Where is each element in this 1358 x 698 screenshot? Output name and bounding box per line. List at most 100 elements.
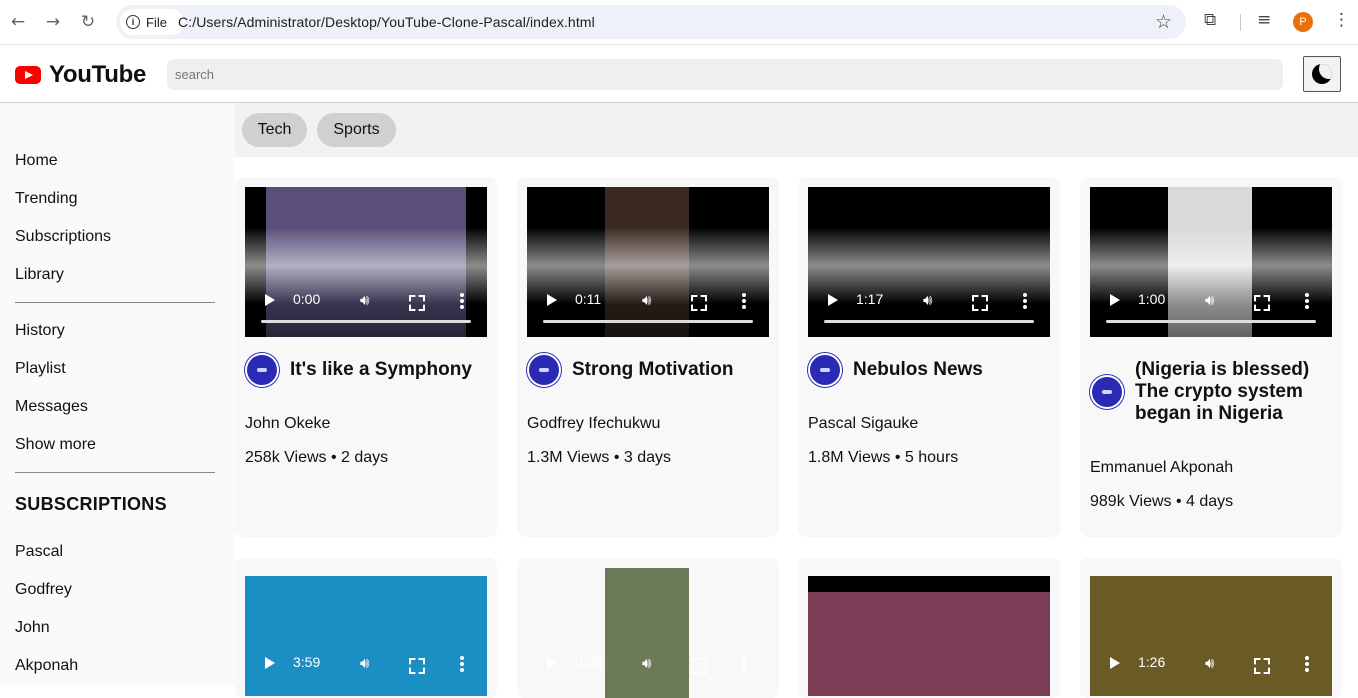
video-player[interactable] — [808, 576, 1050, 696]
more-options-icon[interactable] — [1305, 656, 1309, 672]
more-options-icon[interactable] — [742, 656, 746, 672]
more-options-icon[interactable] — [1305, 293, 1309, 309]
forward-arrow-icon[interactable]: → — [41, 10, 65, 34]
play-icon[interactable] — [547, 294, 557, 306]
video-player[interactable]: 0:38 🔊︎ — [527, 568, 769, 698]
volume-icon[interactable]: 🔊︎ — [642, 291, 651, 309]
volume-icon[interactable]: 🔊︎ — [923, 291, 932, 309]
sidebar-item-playlist[interactable]: Playlist — [15, 360, 66, 378]
volume-icon[interactable]: 🔊︎ — [1205, 291, 1214, 309]
browser-menu-icon[interactable]: ⋮ — [1333, 10, 1350, 30]
play-icon[interactable] — [1110, 294, 1120, 306]
volume-icon[interactable]: 🔊︎ — [642, 654, 651, 672]
search-input[interactable] — [167, 59, 1283, 90]
video-time: 1:17 — [856, 291, 884, 307]
fullscreen-icon[interactable] — [691, 658, 703, 670]
profile-avatar[interactable]: P — [1293, 12, 1313, 32]
url-text[interactable]: C:/Users/Administrator/Desktop/YouTube-C… — [178, 14, 595, 30]
more-options-icon[interactable] — [460, 656, 464, 672]
subscription-item-akponah[interactable]: Akponah — [15, 657, 78, 675]
volume-icon[interactable]: 🔊︎ — [1205, 654, 1214, 672]
video-card[interactable]: 0:38 🔊︎ — [517, 558, 779, 698]
subscription-item-john[interactable]: John — [15, 619, 50, 637]
play-icon[interactable] — [265, 294, 275, 306]
video-title[interactable]: Nebulos News — [853, 359, 983, 381]
video-player[interactable]: 0:00 🔊︎ — [245, 187, 487, 337]
video-title[interactable]: (Nigeria is blessed) The crypto system b… — [1135, 359, 1335, 425]
video-controls: 3:59 🔊︎ — [245, 640, 487, 696]
toolbar-divider — [1240, 14, 1241, 31]
fullscreen-icon[interactable] — [691, 295, 703, 307]
sidebar-item-show-more[interactable]: Show more — [15, 436, 96, 454]
video-title[interactable]: It's like a Symphony — [290, 359, 472, 381]
youtube-logo[interactable]: YouTube — [15, 61, 146, 89]
volume-icon[interactable]: 🔊︎ — [360, 654, 369, 672]
video-player[interactable]: 1:17 🔊︎ — [808, 187, 1050, 337]
channel-avatar[interactable] — [1090, 375, 1124, 409]
more-options-icon[interactable] — [1023, 293, 1027, 309]
sidebar-item-history[interactable]: History — [15, 322, 65, 340]
extensions-icon[interactable]: ⧉ — [1204, 10, 1216, 30]
fullscreen-icon[interactable] — [972, 295, 984, 307]
channel-name[interactable]: Pascal Sigauke — [808, 415, 918, 433]
video-card[interactable]: 1:00 🔊︎ (Nigeria is blessed) The crypto … — [1080, 177, 1342, 537]
volume-icon[interactable]: 🔊︎ — [360, 291, 369, 309]
play-icon[interactable] — [1110, 657, 1120, 669]
theme-toggle-button[interactable] — [1303, 56, 1341, 92]
video-player[interactable]: 3:59 🔊︎ — [245, 576, 487, 696]
video-card[interactable] — [798, 558, 1060, 698]
video-card[interactable]: 0:11 🔊︎ Strong Motivation Godfrey Ifechu… — [517, 177, 779, 537]
video-card[interactable]: 1:17 🔊︎ Nebulos News Pascal Sigauke 1.8M… — [798, 177, 1060, 537]
video-card[interactable]: 1:26 🔊︎ — [1080, 558, 1342, 698]
moon-icon — [1312, 64, 1332, 84]
category-chip-sports[interactable]: Sports — [317, 113, 396, 147]
more-options-icon[interactable] — [742, 293, 746, 309]
video-title[interactable]: Strong Motivation — [572, 359, 733, 381]
fullscreen-icon[interactable] — [409, 658, 421, 670]
play-icon[interactable] — [828, 294, 838, 306]
more-options-icon[interactable] — [460, 293, 464, 309]
channel-avatar[interactable] — [808, 353, 842, 387]
channel-avatar[interactable] — [527, 353, 561, 387]
fullscreen-icon[interactable] — [1254, 658, 1266, 670]
address-bar[interactable]: i File C:/Users/Administrator/Desktop/Yo… — [116, 5, 1186, 39]
fullscreen-icon[interactable] — [1254, 295, 1266, 307]
back-arrow-icon[interactable]: ← — [6, 10, 30, 34]
sidebar-item-subscriptions[interactable]: Subscriptions — [15, 228, 111, 246]
channel-name[interactable]: Godfrey Ifechukwu — [527, 415, 660, 433]
sidebar-divider — [15, 472, 215, 473]
video-progress-bar[interactable] — [261, 320, 471, 323]
video-progress-bar[interactable] — [824, 320, 1034, 323]
category-bar: Tech Sports — [235, 103, 1358, 157]
video-player[interactable]: 0:11 🔊︎ — [527, 187, 769, 337]
file-chip-label: File — [146, 14, 167, 30]
video-meta: 258k Views • 2 days — [245, 449, 389, 466]
play-icon[interactable] — [265, 657, 275, 669]
bookmark-star-icon[interactable]: ☆ — [1155, 11, 1172, 33]
video-progress-bar[interactable] — [543, 320, 753, 323]
site-info-chip[interactable]: i File — [120, 9, 184, 35]
video-progress-bar[interactable] — [1106, 320, 1316, 323]
channel-avatar[interactable] — [245, 353, 279, 387]
reload-icon[interactable]: ↻ — [76, 10, 100, 34]
sidebar-item-home[interactable]: Home — [15, 152, 58, 170]
video-controls: 0:00 🔊︎ — [245, 277, 487, 337]
video-player[interactable]: 1:00 🔊︎ — [1090, 187, 1332, 337]
video-time: 3:59 — [293, 654, 321, 670]
subscription-item-godfrey[interactable]: Godfrey — [15, 581, 72, 599]
video-time: 0:38 — [575, 654, 603, 670]
video-player[interactable]: 1:26 🔊︎ — [1090, 576, 1332, 696]
sidebar-item-messages[interactable]: Messages — [15, 398, 88, 416]
subscription-item-pascal[interactable]: Pascal — [15, 543, 63, 561]
channel-name[interactable]: John Okeke — [245, 415, 330, 433]
channel-name[interactable]: Emmanuel Akponah — [1090, 459, 1233, 477]
media-queue-icon[interactable]: ≡ — [1257, 10, 1271, 30]
fullscreen-icon[interactable] — [409, 295, 421, 307]
video-card[interactable]: 0:00 🔊︎ It's like a Symphony John Okeke … — [235, 177, 497, 537]
category-chip-tech[interactable]: Tech — [242, 113, 307, 147]
video-meta: 1.3M Views • 3 days — [527, 449, 672, 466]
video-card[interactable]: 3:59 🔊︎ — [235, 558, 497, 698]
play-icon[interactable] — [547, 657, 557, 669]
sidebar-item-library[interactable]: Library — [15, 266, 64, 284]
sidebar-item-trending[interactable]: Trending — [15, 190, 78, 208]
